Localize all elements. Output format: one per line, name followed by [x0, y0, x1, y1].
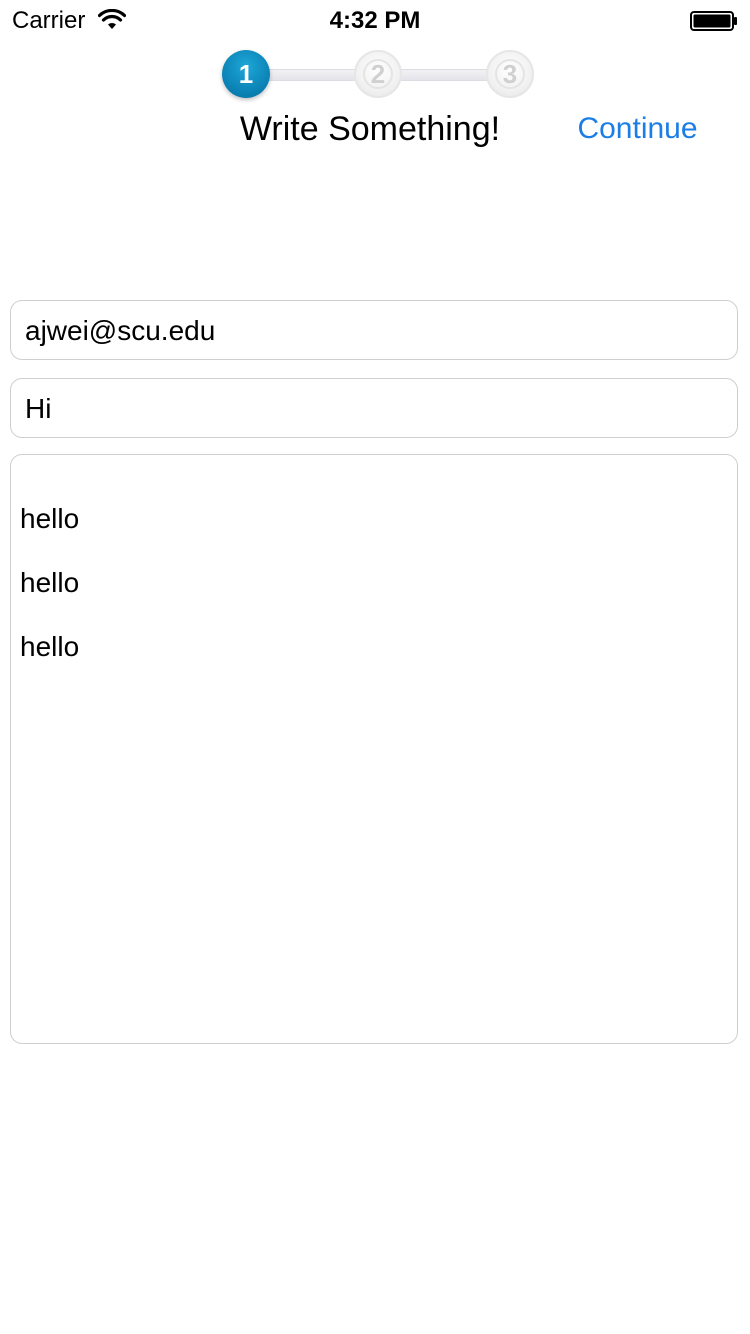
message-line: hello — [20, 631, 80, 662]
step-2-indicator: 2 — [354, 50, 402, 98]
stepper-track — [396, 69, 490, 81]
status-time: 4:32 PM — [329, 7, 421, 34]
continue-button[interactable]: Continue — [560, 112, 715, 146]
step-1-indicator: 1 — [222, 50, 270, 98]
message-line: hello — [20, 567, 80, 598]
compose-screen: Carrier 4:32 PM 1 2 3 Write Something! C… — [0, 0, 750, 1334]
step-ring — [495, 59, 525, 89]
battery-full-icon — [690, 11, 737, 31]
message-textarea[interactable]: hello hello hello — [10, 454, 738, 1044]
step-3-indicator: 3 — [486, 50, 534, 98]
step-number: 1 — [238, 59, 254, 89]
page-title: Write Something! — [239, 110, 501, 148]
step-ring — [363, 59, 393, 89]
progress-stepper: 1 2 3 — [220, 50, 534, 102]
subject-field[interactable]: Hi — [10, 378, 738, 438]
status-bar: Carrier 4:32 PM — [0, 0, 750, 40]
stepper-track — [264, 69, 358, 81]
message-line: hello — [20, 503, 80, 534]
email-field[interactable]: ajwei@scu.edu — [10, 300, 738, 360]
